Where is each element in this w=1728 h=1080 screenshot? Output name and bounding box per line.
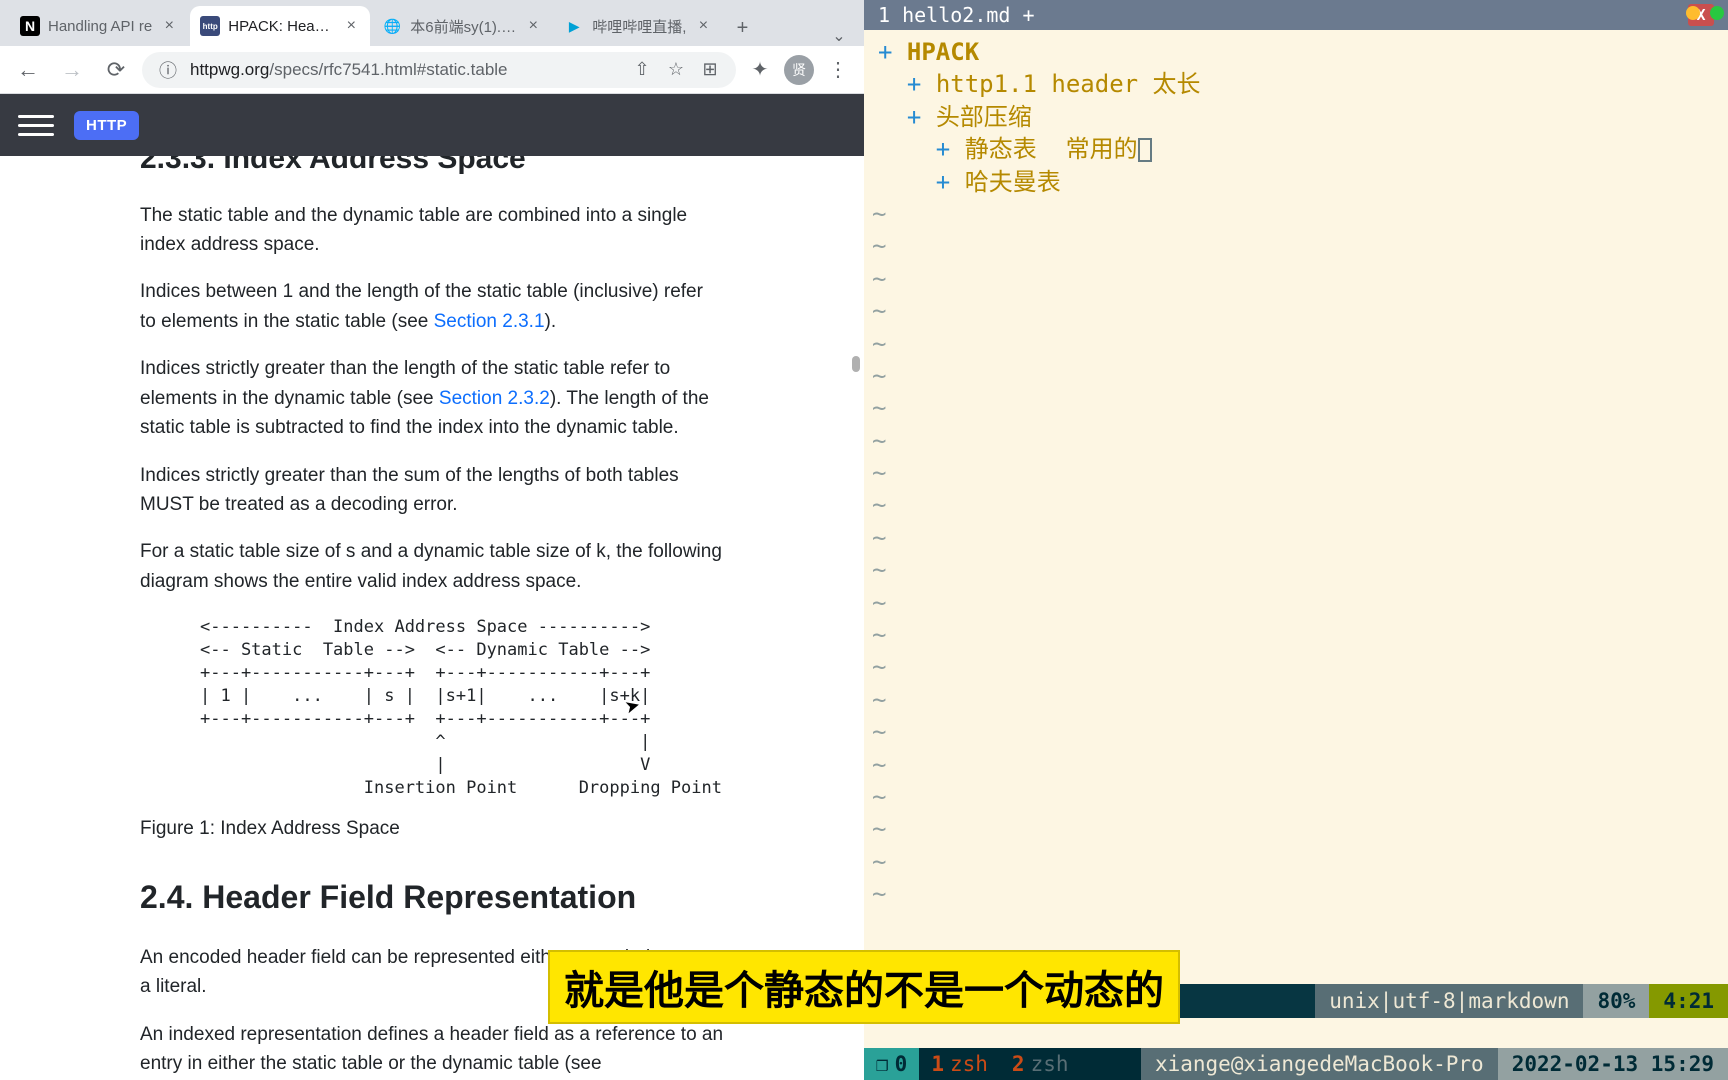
favicon-http-icon: http: [200, 16, 220, 36]
tmux-window-1[interactable]: 1 zsh: [919, 1048, 1000, 1080]
forward-button[interactable]: →: [54, 52, 90, 88]
vim-empty-line: ~: [864, 619, 1728, 651]
session-icon: ❐: [876, 1052, 889, 1076]
window-controls: [1686, 6, 1724, 20]
paragraph: The static table and the dynamic table a…: [140, 201, 724, 260]
scrollbar-thumb[interactable]: [852, 356, 860, 372]
vim-empty-line: ~: [864, 198, 1728, 230]
tab-2-active[interactable]: http HPACK: Header ×: [190, 6, 370, 46]
figure-caption: Figure 1: Index Address Space: [140, 814, 724, 843]
tmux-date: 2022-02-13 15:29: [1498, 1048, 1728, 1080]
install-icon[interactable]: ⊞: [698, 58, 722, 82]
close-icon[interactable]: ×: [342, 17, 360, 35]
vim-empty-line: ~: [864, 360, 1728, 392]
vim-empty-line: ~: [864, 392, 1728, 424]
site-header: HTTP: [0, 94, 864, 156]
http-badge[interactable]: HTTP: [74, 111, 139, 140]
vim-empty-line: ~: [864, 425, 1728, 457]
address-bar[interactable]: ⓘ httpwg.org/specs/rfc7541.html#static.t…: [142, 52, 736, 88]
vim-empty-line: ~: [864, 781, 1728, 813]
vim-empty-line: ~: [864, 230, 1728, 262]
outline-h3: 静态表 常用的: [965, 135, 1138, 163]
tmux-session[interactable]: ❐ 0: [864, 1048, 919, 1080]
outline-h1: HPACK: [907, 38, 979, 66]
tab-bar: N Handling API re × http HPACK: Header ×…: [0, 0, 864, 46]
vim-percent: 80%: [1583, 984, 1649, 1018]
outline-h3: 哈夫曼表: [965, 168, 1061, 196]
video-subtitle: 就是他是个静态的不是一个动态的: [548, 950, 1180, 1024]
vim-empty-line: ~: [864, 846, 1728, 878]
vim-empty-line: ~: [864, 813, 1728, 845]
tab-title: HPACK: Header: [228, 18, 334, 35]
close-icon[interactable]: ×: [160, 17, 178, 35]
section-heading-233: 2.3.3. Index Address Space: [140, 156, 724, 183]
paragraph: An indexed representation defines a head…: [140, 1020, 724, 1079]
tab-1[interactable]: N Handling API re ×: [10, 6, 188, 46]
vim-buffer[interactable]: + HPACK + http1.1 header 太长 + 头部压缩 + 静态表…: [864, 30, 1728, 984]
vim-empty-line: ~: [864, 651, 1728, 683]
browser-window: N Handling API re × http HPACK: Header ×…: [0, 0, 864, 1080]
page-content[interactable]: 2.3.3. Index Address Space The static ta…: [0, 156, 864, 1080]
tmux-window-2[interactable]: 2 zsh: [1000, 1048, 1081, 1080]
paragraph: Indices strictly greater than the length…: [140, 354, 724, 442]
link-section-232[interactable]: Section 2.3.2: [439, 388, 550, 409]
outline-h2: http1.1 header 太长: [936, 70, 1201, 98]
paragraph: For a static table size of s and a dynam…: [140, 537, 724, 596]
vim-tabline: 1 hello2.md + X: [864, 0, 1728, 30]
favicon-globe-icon: 🌐: [382, 16, 402, 36]
vim-position: 4:21: [1649, 984, 1728, 1018]
vim-fileinfo: unix | utf-8 | markdown: [1315, 984, 1583, 1018]
tab-3[interactable]: 🌐 本6前端sy(1).pdf ×: [372, 6, 552, 46]
menu-icon[interactable]: ⋮: [822, 54, 854, 86]
vim-empty-line: ~: [864, 328, 1728, 360]
tab-title: 本6前端sy(1).pdf: [410, 16, 516, 37]
reload-button[interactable]: ⟳: [98, 52, 134, 88]
site-info-icon[interactable]: ⓘ: [156, 58, 180, 82]
bookmark-icon[interactable]: ☆: [664, 58, 688, 82]
back-button[interactable]: ←: [10, 52, 46, 88]
vim-empty-line: ~: [864, 684, 1728, 716]
section-heading-24: 2.4. Header Field Representation: [140, 873, 724, 923]
vim-tab-title[interactable]: 1 hello2.md +: [878, 3, 1688, 27]
tmux-statusbar: ❐ 0 1 zsh 2 zsh xiange@xiangedeMacBook-P…: [864, 1048, 1728, 1080]
vim-empty-line: ~: [864, 587, 1728, 619]
link-section-231[interactable]: Section 2.3.1: [434, 311, 545, 332]
paragraph: Indices strictly greater than the sum of…: [140, 461, 724, 520]
vim-empty-line: ~: [864, 457, 1728, 489]
vim-empty-line: ~: [864, 878, 1728, 910]
address-row: ← → ⟳ ⓘ httpwg.org/specs/rfc7541.html#st…: [0, 46, 864, 94]
favicon-n-icon: N: [20, 16, 40, 36]
vim-empty-line: ~: [864, 489, 1728, 521]
vim-empty-line: ~: [864, 263, 1728, 295]
vim-empty-line: ~: [864, 554, 1728, 586]
minimize-icon[interactable]: [1686, 6, 1700, 20]
extensions-icon[interactable]: ✦: [744, 54, 776, 86]
url-text: httpwg.org/specs/rfc7541.html#static.tab…: [190, 60, 620, 80]
close-icon[interactable]: ×: [694, 17, 712, 35]
vim-empty-line: ~: [864, 295, 1728, 327]
tmux-host: xiange@xiangedeMacBook-Pro: [1141, 1048, 1498, 1080]
share-icon[interactable]: ⇧: [630, 58, 654, 82]
tab-dropdown-icon[interactable]: ⌄: [824, 26, 854, 46]
favicon-bilibili-icon: ▶: [564, 16, 584, 36]
vim-window: 1 hello2.md + X + HPACK + http1.1 header…: [864, 0, 1728, 1080]
tab-title: 哔哩哔哩直播,: [592, 16, 686, 37]
tab-4[interactable]: ▶ 哔哩哔哩直播, ×: [554, 6, 722, 46]
outline-h2: 头部压缩: [936, 103, 1032, 131]
profile-avatar[interactable]: 贤: [784, 55, 814, 85]
maximize-icon[interactable]: [1710, 6, 1724, 20]
vim-empty-line: ~: [864, 716, 1728, 748]
paragraph: Indices between 1 and the length of the …: [140, 277, 724, 336]
hamburger-icon[interactable]: [18, 107, 54, 143]
vim-empty-line: ~: [864, 749, 1728, 781]
new-tab-button[interactable]: +: [724, 10, 760, 46]
vim-empty-line: ~: [864, 522, 1728, 554]
tab-title: Handling API re: [48, 18, 152, 35]
close-icon[interactable]: ×: [524, 17, 542, 35]
vim-cursor: [1138, 138, 1152, 162]
ascii-diagram: <---------- Index Address Space --------…: [200, 616, 724, 800]
